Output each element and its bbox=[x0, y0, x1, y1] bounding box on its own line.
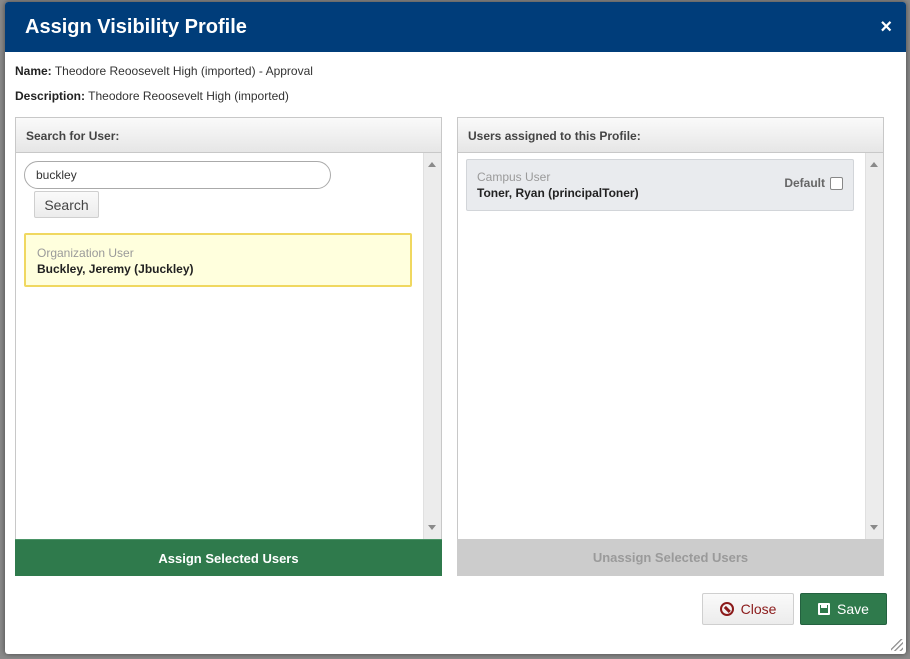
save-button[interactable]: Save bbox=[800, 593, 887, 625]
scroll-up-arrow-icon[interactable] bbox=[870, 162, 878, 167]
user-search-input[interactable] bbox=[24, 161, 331, 189]
assign-visibility-profile-dialog: Assign Visibility Profile × Name: Theodo… bbox=[5, 2, 906, 654]
assigned-panel-heading: Users assigned to this Profile: bbox=[458, 118, 883, 153]
profile-description-label: Description: bbox=[15, 89, 86, 103]
default-label: Default bbox=[784, 176, 825, 190]
dialog-title: Assign Visibility Profile bbox=[25, 16, 247, 38]
profile-name-value: Theodore Reoosevelt High (imported) - Ap… bbox=[54, 64, 313, 78]
floppy-disk-icon bbox=[818, 603, 831, 615]
close-icon[interactable]: × bbox=[880, 15, 892, 39]
assigned-users-scrollbar[interactable] bbox=[865, 153, 883, 539]
user-name: Buckley, Jeremy (Jbuckley) bbox=[37, 262, 194, 276]
resize-handle-icon[interactable] bbox=[891, 639, 903, 651]
search-results-scrollbar[interactable] bbox=[423, 153, 441, 539]
profile-description-value: Theodore Reoosevelt High (imported) bbox=[88, 89, 289, 103]
user-role: Organization User bbox=[37, 246, 134, 260]
no-entry-icon bbox=[719, 602, 734, 616]
assign-selected-users-button[interactable]: Assign Selected Users bbox=[15, 539, 442, 576]
scroll-up-arrow-icon[interactable] bbox=[428, 162, 436, 167]
profile-name-label: Name: bbox=[15, 64, 52, 78]
search-panel: Search for User: Search Organization Use… bbox=[15, 117, 442, 576]
save-button-label: Save bbox=[837, 601, 869, 617]
default-toggle[interactable]: Default bbox=[784, 176, 843, 190]
close-button-label: Close bbox=[740, 601, 777, 617]
close-button[interactable]: Close bbox=[702, 593, 794, 625]
default-checkbox[interactable] bbox=[830, 176, 843, 190]
assigned-users-area: Campus User Toner, Ryan (principalToner)… bbox=[458, 153, 865, 539]
search-panel-heading: Search for User: bbox=[16, 118, 441, 153]
scroll-down-arrow-icon[interactable] bbox=[870, 525, 878, 530]
search-button[interactable]: Search bbox=[34, 191, 99, 218]
profile-description-line: Description: Theodore Reoosevelt High (i… bbox=[15, 89, 289, 103]
dialog-header: Assign Visibility Profile × bbox=[5, 2, 906, 52]
search-results-area: Search Organization User Buckley, Jeremy… bbox=[16, 153, 423, 539]
unassign-selected-users-button[interactable]: Unassign Selected Users bbox=[457, 539, 884, 576]
profile-name-line: Name: Theodore Reoosevelt High (imported… bbox=[15, 64, 313, 78]
scroll-down-arrow-icon[interactable] bbox=[428, 525, 436, 530]
assigned-users-panel: Users assigned to this Profile: Campus U… bbox=[457, 117, 884, 576]
search-result-item[interactable]: Organization User Buckley, Jeremy (Jbuck… bbox=[24, 233, 412, 287]
assigned-user-item[interactable]: Campus User Toner, Ryan (principalToner)… bbox=[466, 159, 854, 211]
